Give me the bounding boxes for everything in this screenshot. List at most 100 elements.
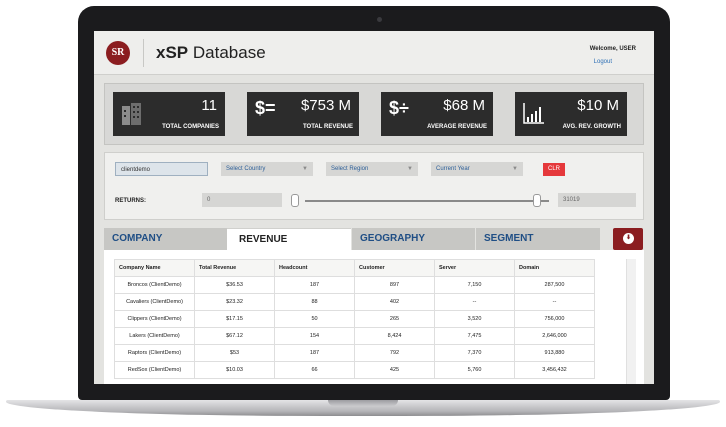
stat-card-revenue-growth: $10 M AVG. REV. GROWTH: [515, 92, 627, 136]
table-scrollbar[interactable]: [626, 259, 636, 384]
header-divider: [143, 39, 144, 67]
stats-panel: 11 TOTAL COMPANIES $= $753 M TOTAL REVEN…: [104, 83, 644, 145]
table-row[interactable]: Cavaliers (ClientDemo) $23.32 88 402 -- …: [114, 293, 595, 311]
results-table: Company Name Total Revenue Headcount Cus…: [114, 259, 595, 379]
logout-link[interactable]: Logout: [594, 59, 612, 65]
returns-slider-track[interactable]: [305, 200, 549, 202]
returns-min-input[interactable]: 0: [202, 193, 282, 207]
stat-label: TOTAL REVENUE: [302, 124, 353, 130]
table-cell: 7,370: [434, 344, 515, 362]
table-cell: $53: [194, 344, 275, 362]
table-cell: 8,424: [354, 327, 435, 345]
tab-segment[interactable]: SEGMENT: [476, 228, 600, 250]
table-cell: 187: [274, 344, 355, 362]
table-row[interactable]: Broncos (ClientDemo) $36.53 187 897 7,15…: [114, 276, 595, 294]
column-header[interactable]: Company Name: [114, 259, 195, 277]
table-cell: 265: [354, 310, 435, 328]
table-cell: Clippers (ClientDemo): [114, 310, 195, 328]
table-row[interactable]: Raptors (ClientDemo) $53 187 792 7,370 9…: [114, 344, 595, 362]
dollar-equals-icon: $=: [255, 98, 276, 118]
stat-value: $68 M: [443, 97, 485, 114]
country-select[interactable]: Select Country ▼: [221, 162, 313, 176]
pdf-icon: ⬇: [623, 233, 634, 244]
stat-card-companies: 11 TOTAL COMPANIES: [113, 92, 225, 136]
table-cell: $36.53: [194, 276, 275, 294]
table-cell: 425: [354, 361, 435, 379]
returns-slider-max-handle[interactable]: [533, 194, 541, 207]
table-row[interactable]: Clippers (ClientDemo) $17.15 50 265 3,52…: [114, 310, 595, 328]
webcam: [377, 17, 382, 22]
region-select[interactable]: Select Region ▼: [326, 162, 418, 176]
growth-chart-icon: [523, 103, 544, 124]
chevron-down-icon: ▼: [407, 166, 413, 172]
table-cell: Cavaliers (ClientDemo): [114, 293, 195, 311]
stat-value: $10 M: [577, 97, 619, 114]
table-cell: 3,520: [434, 310, 515, 328]
building-icon: [122, 103, 141, 125]
laptop-notch: [328, 400, 398, 406]
welcome-text: Welcome, USER: [589, 46, 636, 52]
column-header[interactable]: Headcount: [274, 259, 355, 277]
column-header[interactable]: Server: [434, 259, 515, 277]
table-cell: --: [434, 293, 515, 311]
chevron-down-icon: ▼: [512, 166, 518, 172]
table-row[interactable]: RedSox (ClientDemo) $10.03 66 425 5,760 …: [114, 361, 595, 379]
stat-card-total-revenue: $= $753 M TOTAL REVENUE: [247, 92, 359, 136]
table-cell: 66: [274, 361, 355, 379]
tab-company[interactable]: COMPANY: [104, 228, 227, 250]
column-header[interactable]: Total Revenue: [194, 259, 275, 277]
stat-label: AVG. REV. GROWTH: [562, 124, 621, 130]
table-cell: 5,760: [434, 361, 515, 379]
pdf-export-button[interactable]: ⬇: [613, 228, 643, 250]
tab-revenue[interactable]: REVENUE: [227, 228, 351, 250]
app-title: xSP Database: [156, 43, 266, 63]
stat-label: TOTAL COMPANIES: [162, 124, 219, 130]
table-cell: 287,500: [514, 276, 595, 294]
table-cell: 2,646,000: [514, 327, 595, 345]
table-cell: 187: [274, 276, 355, 294]
year-select[interactable]: Current Year ▼: [431, 162, 523, 176]
app-title-bold: xSP: [156, 43, 189, 62]
dollar-divide-icon: $÷: [389, 98, 409, 118]
region-select-value: Select Region: [331, 166, 369, 172]
table-header-row: Company Name Total Revenue Headcount Cus…: [114, 259, 595, 277]
table-cell: Raptors (ClientDemo): [114, 344, 195, 362]
chevron-down-icon: ▼: [302, 166, 308, 172]
table-cell: --: [514, 293, 595, 311]
app-header: SR xSP Database Welcome, USER Logout: [94, 31, 654, 75]
returns-max-input[interactable]: 31019: [558, 193, 636, 207]
stat-value: 11: [201, 97, 217, 114]
returns-slider-min-handle[interactable]: [291, 194, 299, 207]
year-select-value: Current Year: [436, 166, 470, 172]
brand-logo[interactable]: SR: [106, 41, 130, 65]
column-header[interactable]: Customer: [354, 259, 435, 277]
table-cell: 154: [274, 327, 355, 345]
table-cell: 792: [354, 344, 435, 362]
table-cell: 897: [354, 276, 435, 294]
table-cell: $67.12: [194, 327, 275, 345]
results-table-panel: Company Name Total Revenue Headcount Cus…: [104, 250, 644, 384]
table-cell: 913,880: [514, 344, 595, 362]
client-input[interactable]: clientdemo: [115, 162, 208, 176]
table-cell: $17.15: [194, 310, 275, 328]
filter-panel: clientdemo Select Country ▼ Select Regio…: [104, 152, 644, 220]
returns-label: RETURNS:: [115, 198, 146, 204]
app-screen: SR xSP Database Welcome, USER Logout 11: [94, 31, 654, 384]
stat-card-average-revenue: $÷ $68 M AVERAGE REVENUE: [381, 92, 493, 136]
table-cell: 3,456,432: [514, 361, 595, 379]
table-cell: $10.03: [194, 361, 275, 379]
column-header[interactable]: Domain: [514, 259, 595, 277]
stat-label: AVERAGE REVENUE: [427, 124, 487, 130]
stat-value: $753 M: [300, 97, 351, 114]
table-cell: Broncos (ClientDemo): [114, 276, 195, 294]
country-select-value: Select Country: [226, 166, 266, 172]
table-cell: 402: [354, 293, 435, 311]
table-cell: RedSox (ClientDemo): [114, 361, 195, 379]
clear-button[interactable]: CLR: [543, 163, 565, 176]
table-cell: 7,475: [434, 327, 515, 345]
table-row[interactable]: Lakers (ClientDemo) $67.12 154 8,424 7,4…: [114, 327, 595, 345]
table-cell: 88: [274, 293, 355, 311]
table-cell: 756,000: [514, 310, 595, 328]
tab-geography[interactable]: GEOGRAPHY: [352, 228, 475, 250]
table-cell: $23.32: [194, 293, 275, 311]
